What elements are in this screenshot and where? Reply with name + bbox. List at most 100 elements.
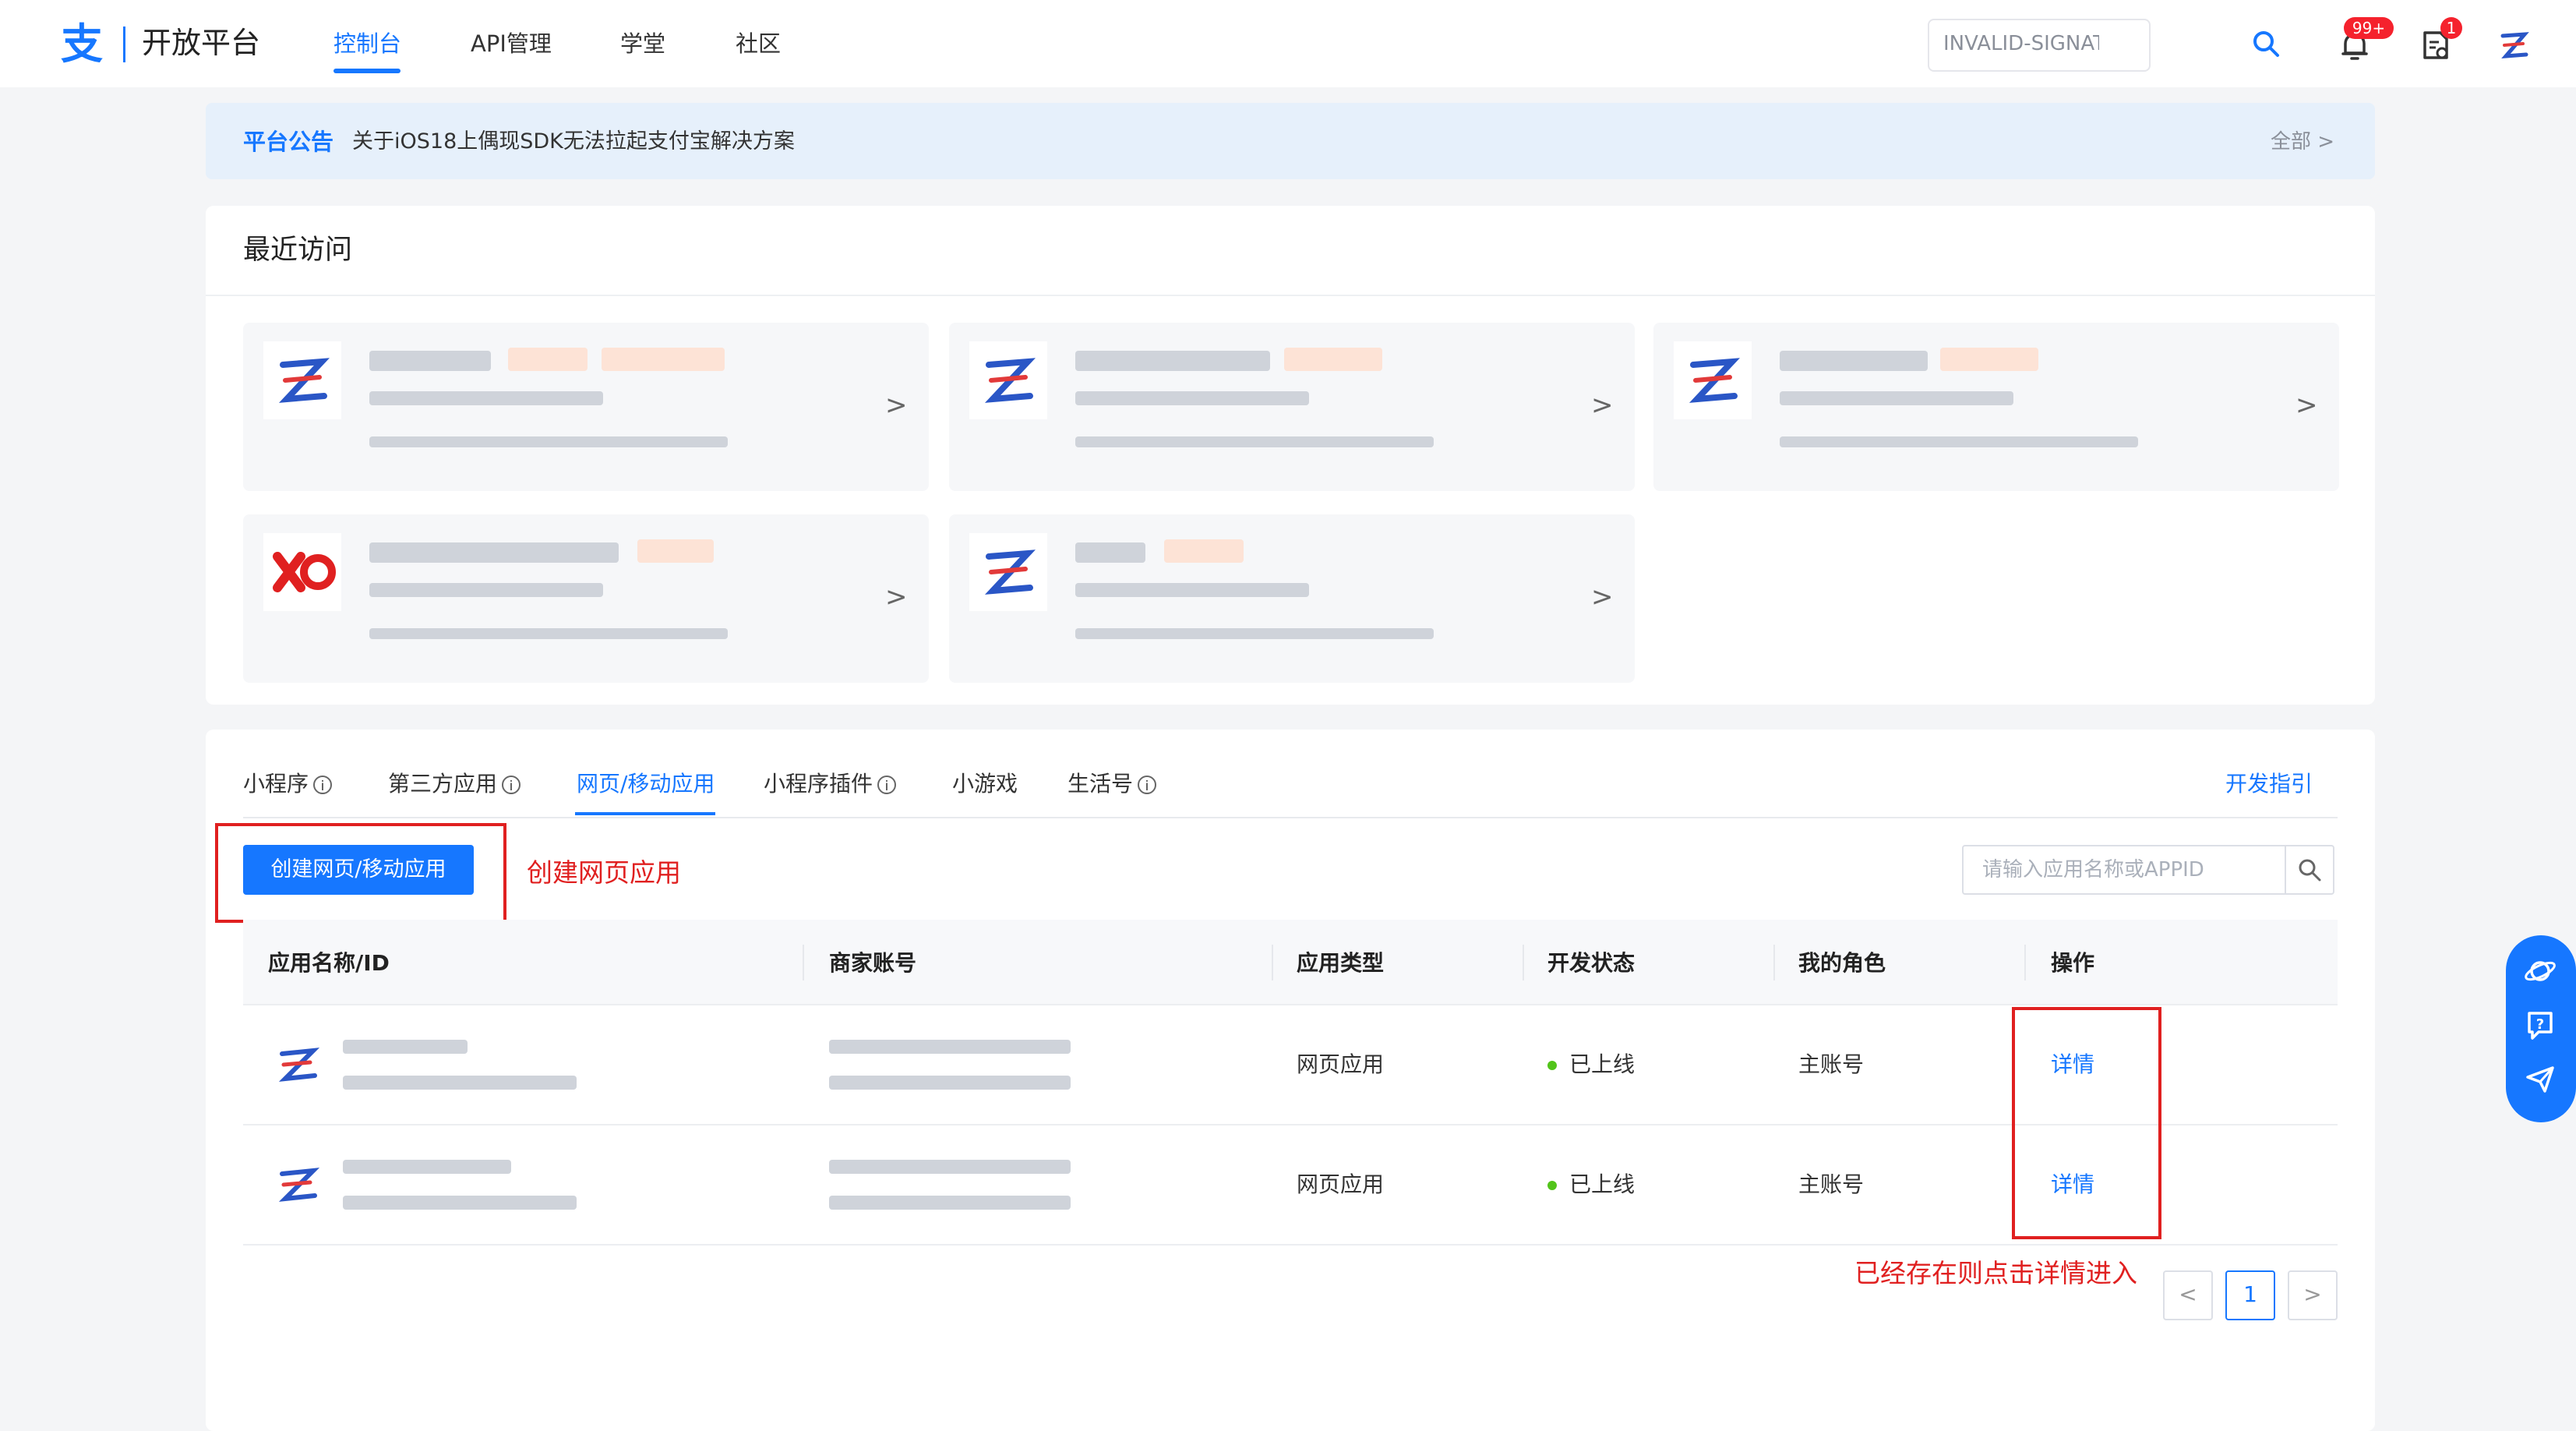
app-name-blurred bbox=[1780, 351, 1928, 371]
tab-life-account[interactable]: 生活号 i bbox=[1067, 768, 1157, 800]
app-account-blurred bbox=[369, 628, 728, 639]
app-account-blurred bbox=[1780, 436, 2138, 447]
tab-third-party-app[interactable]: 第三方应用 i bbox=[388, 768, 521, 800]
dev-guide-link[interactable]: 开发指引 bbox=[2225, 768, 2313, 800]
app-id-blurred bbox=[343, 1196, 577, 1210]
notification-badge: 99+ bbox=[2344, 17, 2394, 39]
status-online-dot bbox=[1547, 1181, 1557, 1190]
app-id-blurred bbox=[369, 583, 603, 597]
tab-label: 小程序 bbox=[243, 771, 309, 797]
dev-status: 已上线 bbox=[1569, 1171, 1636, 1197]
th-dev-status: 开发状态 bbox=[1547, 950, 1636, 976]
tab-label: 小程序插件 bbox=[764, 771, 873, 797]
announcement-view-all[interactable]: 全部 > bbox=[2271, 128, 2334, 156]
tab-mini-program-plugin[interactable]: 小程序插件 i bbox=[764, 768, 897, 800]
app-logo-icon bbox=[270, 1157, 326, 1213]
annotation-box-detail bbox=[2012, 1007, 2161, 1239]
help-icon[interactable]: ? bbox=[2523, 1009, 2557, 1043]
site-title[interactable]: 开放平台 bbox=[142, 23, 260, 62]
nav-api-management[interactable]: API管理 bbox=[471, 28, 552, 59]
app-id-blurred bbox=[369, 391, 603, 405]
my-role: 主账号 bbox=[1798, 1171, 1865, 1197]
header-separator bbox=[1523, 945, 1524, 980]
th-app-type: 应用类型 bbox=[1297, 950, 1385, 976]
search-icon[interactable] bbox=[2297, 857, 2322, 882]
planet-icon[interactable] bbox=[2523, 954, 2557, 988]
app-name-blurred bbox=[343, 1040, 468, 1054]
pagination-next[interactable]: > bbox=[2288, 1270, 2338, 1320]
announcement-link[interactable]: 关于iOS18上偶现SDK无法拉起支付宝解决方案 bbox=[352, 126, 795, 157]
global-search-value: INVALID-SIGNATURE 验签... bbox=[1943, 32, 2099, 55]
chevron-right-icon: > bbox=[1591, 581, 1614, 613]
annotation-create-label: 创建网页应用 bbox=[527, 857, 681, 888]
app-id-blurred bbox=[1780, 391, 2013, 405]
app-logo-icon bbox=[969, 533, 1047, 611]
th-merchant-account: 商家账号 bbox=[829, 950, 917, 976]
app-account-blurred bbox=[1075, 436, 1434, 447]
app-account-blurred bbox=[369, 436, 728, 447]
app-name-blurred bbox=[343, 1160, 511, 1174]
recent-app-tile[interactable] bbox=[949, 514, 1635, 683]
info-icon: i bbox=[1138, 776, 1157, 794]
search-icon[interactable] bbox=[2250, 28, 2281, 59]
header-separator bbox=[2024, 945, 2026, 980]
merchant-name-blurred bbox=[829, 1160, 1071, 1174]
info-icon: i bbox=[313, 776, 333, 794]
tab-web-mobile-app[interactable]: 网页/移动应用 bbox=[577, 768, 715, 800]
app-name-blurred bbox=[369, 542, 619, 563]
recent-access-title: 最近访问 bbox=[243, 235, 353, 266]
tab-mini-program[interactable]: 小程序 i bbox=[243, 768, 333, 800]
feedback-send-icon[interactable] bbox=[2523, 1062, 2557, 1096]
app-type: 网页应用 bbox=[1297, 1171, 1385, 1197]
nav-academy[interactable]: 学堂 bbox=[620, 28, 665, 59]
chevron-right-icon: > bbox=[885, 390, 908, 421]
app-account-blurred bbox=[1075, 628, 1434, 639]
app-tag-blurred bbox=[602, 348, 725, 371]
app-id-blurred bbox=[1075, 391, 1309, 405]
app-logo-icon bbox=[263, 533, 341, 611]
th-app-name: 应用名称/ID bbox=[268, 950, 390, 976]
recent-app-tile[interactable] bbox=[243, 514, 929, 683]
document-badge: 1 bbox=[2440, 17, 2462, 39]
nav-active-indicator bbox=[333, 69, 401, 73]
app-tag-blurred bbox=[1164, 539, 1244, 563]
chevron-right-icon: > bbox=[885, 581, 908, 613]
annotation-detail-label: 已经存在则点击详情进入 bbox=[1854, 1258, 2137, 1288]
th-my-role: 我的角色 bbox=[1798, 950, 1886, 976]
app-name-blurred bbox=[1075, 351, 1270, 371]
status-online-dot bbox=[1547, 1061, 1557, 1070]
tab-label: 生活号 bbox=[1067, 771, 1134, 797]
app-logo-icon bbox=[263, 341, 341, 419]
info-icon: i bbox=[502, 776, 521, 794]
recent-divider bbox=[206, 295, 2375, 296]
merchant-email-blurred bbox=[829, 1076, 1071, 1090]
user-avatar[interactable] bbox=[2493, 25, 2534, 65]
app-type: 网页应用 bbox=[1297, 1051, 1385, 1077]
my-role: 主账号 bbox=[1798, 1051, 1865, 1077]
dev-status: 已上线 bbox=[1569, 1051, 1636, 1077]
header-separator bbox=[803, 945, 804, 980]
header-separator bbox=[1272, 945, 1273, 980]
announcement-title: 平台公告 bbox=[243, 129, 334, 155]
pagination-page-1[interactable]: 1 bbox=[2225, 1270, 2275, 1320]
row-divider bbox=[243, 1004, 2338, 1005]
chevron-right-icon: > bbox=[2295, 390, 2318, 421]
app-name-blurred bbox=[1075, 542, 1145, 563]
app-id-blurred bbox=[343, 1076, 577, 1090]
chevron-right-icon: > bbox=[1591, 390, 1614, 421]
alipay-logo-icon[interactable]: 支 bbox=[61, 22, 111, 67]
table-header bbox=[243, 920, 2338, 1005]
app-logo-icon bbox=[1674, 341, 1752, 419]
header-separator bbox=[1773, 945, 1775, 980]
nav-community[interactable]: 社区 bbox=[736, 28, 781, 59]
tab-label: 第三方应用 bbox=[388, 771, 498, 797]
app-tag-blurred bbox=[1940, 348, 2038, 371]
search-separator bbox=[2285, 846, 2286, 893]
tab-mini-game[interactable]: 小游戏 bbox=[952, 768, 1018, 800]
tab-active-indicator bbox=[575, 812, 715, 815]
pagination-prev[interactable]: < bbox=[2163, 1270, 2213, 1320]
app-tag-blurred bbox=[508, 348, 588, 371]
app-tag-blurred bbox=[637, 539, 714, 563]
nav-console[interactable]: 控制台 bbox=[333, 28, 401, 59]
app-name-blurred bbox=[369, 351, 491, 371]
